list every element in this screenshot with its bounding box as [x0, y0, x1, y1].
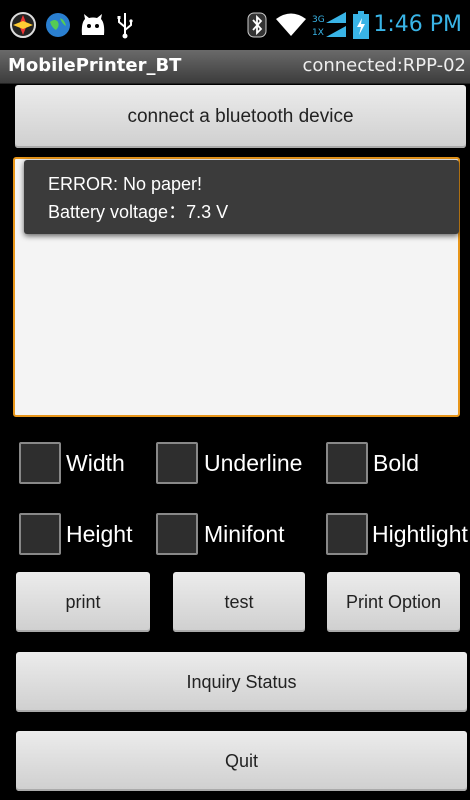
print-option-button[interactable]: Print Option	[327, 572, 460, 632]
network-label-top: 3G	[312, 15, 325, 25]
signal-icon: 3G 1X	[312, 10, 348, 40]
error-toast: ERROR: No paper! Battery voltage：7.3 V	[24, 160, 459, 234]
underline-label: Underline	[204, 450, 303, 476]
bold-checkbox[interactable]	[326, 442, 368, 484]
toast-error-line: ERROR: No paper!	[48, 174, 203, 194]
minifont-label: Minifont	[204, 521, 285, 547]
globe-icon	[43, 10, 73, 40]
battery-charging-icon	[350, 10, 372, 40]
clock: 1:46 PM	[373, 12, 462, 37]
test-button[interactable]: test	[173, 572, 305, 632]
highlight-checkbox[interactable]	[326, 513, 368, 555]
bold-label: Bold	[373, 450, 420, 476]
app-icon	[8, 10, 38, 40]
highlight-label: Hightlight	[372, 521, 468, 547]
quit-button[interactable]: Quit	[16, 731, 467, 791]
network-label-bottom: 1X	[312, 28, 324, 38]
print-button[interactable]: print	[16, 572, 150, 632]
inquiry-status-button[interactable]: Inquiry Status	[16, 652, 467, 712]
width-label: Width	[66, 450, 125, 476]
width-checkbox[interactable]	[19, 442, 61, 484]
height-label: Height	[66, 521, 133, 547]
bluetooth-icon	[245, 10, 269, 40]
app-title: MobilePrinter_BT	[8, 55, 182, 76]
wifi-icon	[274, 10, 308, 40]
connection-status: connected:RPP-02	[302, 55, 466, 76]
toast-battery-line: Battery voltage：7.3 V	[48, 202, 229, 222]
minifont-checkbox[interactable]	[156, 513, 198, 555]
height-checkbox[interactable]	[19, 513, 61, 555]
connect-bluetooth-button[interactable]: connect a bluetooth device	[15, 85, 466, 148]
underline-checkbox[interactable]	[156, 442, 198, 484]
usb-icon	[113, 10, 137, 40]
title-bar: MobilePrinter_BT connected:RPP-02	[0, 50, 470, 84]
cat-icon	[78, 10, 108, 40]
status-bar: 3G 1X 1:46 PM	[0, 0, 470, 50]
